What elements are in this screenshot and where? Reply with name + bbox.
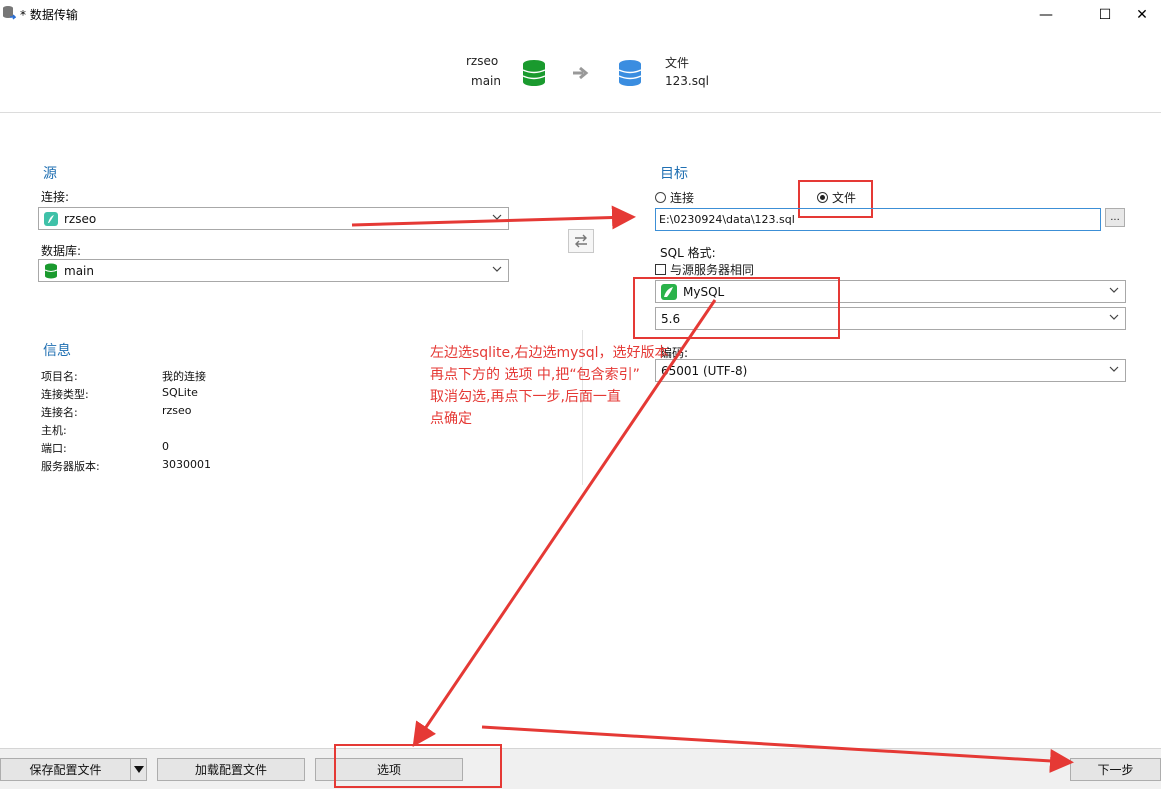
app-icon xyxy=(3,6,16,20)
annotation-line: 取消勾选,再点下一步,后面一直 xyxy=(430,389,621,405)
load-config-button[interactable]: 加载配置文件 xyxy=(157,758,305,781)
info-value: 3030001 xyxy=(162,458,211,471)
info-row: 端口: 0 xyxy=(41,440,301,458)
info-row: 主机: xyxy=(41,422,301,440)
source-database-name: main xyxy=(471,74,501,88)
source-connection-select[interactable]: rzseo xyxy=(38,207,509,230)
annotation-line: 左边选sqlite,右边选mysql，选好版本 xyxy=(430,345,669,361)
info-value: SQLite xyxy=(162,386,198,399)
info-section-title: 信息 xyxy=(43,343,71,359)
chevron-down-icon xyxy=(1109,287,1119,293)
info-value: rzseo xyxy=(162,404,192,417)
sql-format-label: SQL 格式: xyxy=(660,246,716,260)
source-connection-name: rzseo xyxy=(466,54,499,68)
target-file-path-input[interactable]: E:\0230924\data\123.sql xyxy=(655,208,1101,231)
annotation-highlight-box xyxy=(334,744,502,788)
swap-icon xyxy=(575,234,587,248)
browse-button[interactable]: ... xyxy=(1105,208,1125,227)
info-label: 连接名: xyxy=(41,406,78,419)
info-value: 我的连接 xyxy=(162,370,206,383)
annotation-highlight-box xyxy=(633,277,840,339)
info-table: 项目名: 我的连接 连接类型: SQLite 连接名: rzseo 主机: 端口… xyxy=(41,368,301,476)
checkbox-unchecked-icon xyxy=(655,264,666,275)
info-row: 连接名: rzseo xyxy=(41,404,301,422)
target-radio-connection-label: 连接 xyxy=(670,191,695,205)
dropdown-arrow-icon xyxy=(133,765,144,773)
database-icon xyxy=(618,60,642,86)
info-label: 连接类型: xyxy=(41,388,89,401)
info-row: 项目名: 我的连接 xyxy=(41,368,301,386)
radio-unchecked-icon xyxy=(655,192,666,203)
source-connection-value: rzseo xyxy=(64,211,97,226)
target-file-name: 123.sql xyxy=(665,74,709,88)
annotation-line: 再点下方的 选项 中,把“包含索引” xyxy=(430,367,640,383)
info-value: 0 xyxy=(162,440,169,453)
save-config-dropdown[interactable] xyxy=(130,758,147,781)
window-title: * 数据传输 xyxy=(20,8,78,22)
title-bar: * 数据传输 — ☐ ✕ xyxy=(0,0,1161,30)
info-label: 项目名: xyxy=(41,370,78,383)
arrow-right-icon xyxy=(573,66,589,80)
swap-button[interactable] xyxy=(568,229,594,253)
info-row: 服务器版本: 3030001 xyxy=(41,458,301,476)
info-row: 连接类型: SQLite xyxy=(41,386,301,404)
chevron-down-icon xyxy=(492,266,502,272)
annotation-line: 点确定 xyxy=(430,411,472,427)
close-button[interactable]: ✕ xyxy=(1119,0,1161,30)
source-database-label: 数据库: xyxy=(41,244,82,258)
info-label: 端口: xyxy=(41,442,67,455)
database-icon xyxy=(522,60,546,86)
same-as-source-checkbox[interactable]: 与源服务器相同 xyxy=(655,261,754,278)
encoding-select[interactable]: 65001 (UTF-8) xyxy=(655,359,1126,382)
source-section-title: 源 xyxy=(43,166,57,182)
annotation-text: 左边选sqlite,右边选mysql，选好版本 再点下方的 选项 中,把“包含索… xyxy=(430,342,710,430)
source-database-select[interactable]: main xyxy=(38,259,509,282)
save-config-button[interactable]: 保存配置文件 xyxy=(0,758,131,781)
target-radio-connection[interactable]: 连接 xyxy=(655,189,694,206)
info-label: 主机: xyxy=(41,424,67,437)
chevron-down-icon xyxy=(1109,366,1119,372)
info-label: 服务器版本: xyxy=(41,460,100,473)
minimize-button[interactable]: — xyxy=(1023,0,1069,30)
target-file-path-value: E:\0230924\data\123.sql xyxy=(659,213,795,226)
source-connection-label: 连接: xyxy=(41,190,70,204)
database-icon xyxy=(44,263,58,278)
target-section-title: 目标 xyxy=(660,166,688,182)
transfer-overview: rzseo main 文件 123.sql xyxy=(0,30,1161,113)
chevron-down-icon xyxy=(1109,314,1119,320)
source-database-value: main xyxy=(64,263,94,278)
target-type-label: 文件 xyxy=(665,56,690,70)
next-button[interactable]: 下一步 xyxy=(1070,758,1161,781)
chevron-down-icon xyxy=(492,214,502,220)
sqlite-icon xyxy=(44,211,58,226)
same-as-source-label: 与源服务器相同 xyxy=(670,263,755,277)
